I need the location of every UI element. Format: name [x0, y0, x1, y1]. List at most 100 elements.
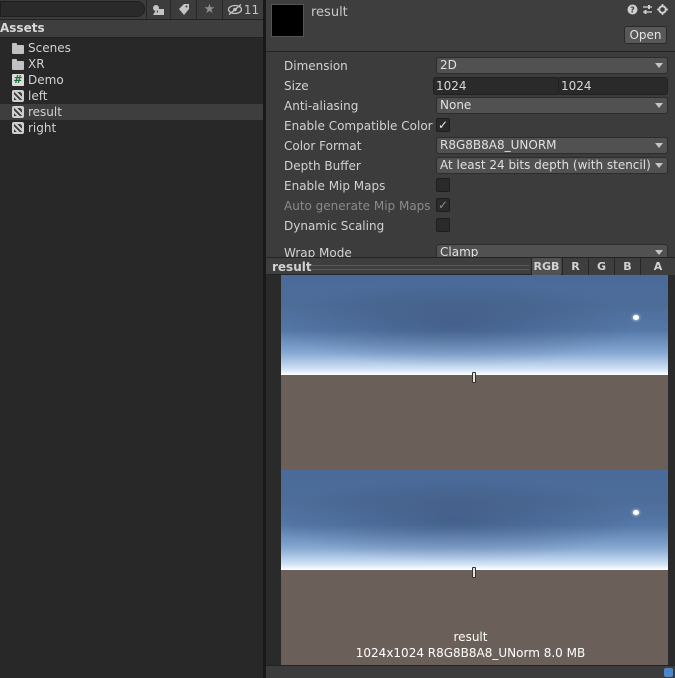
anti-aliasing-label: Anti-aliasing — [284, 99, 359, 113]
chevron-down-icon — [655, 163, 663, 168]
tree-item-label: Scenes — [28, 41, 71, 55]
asset-bundle-icon[interactable] — [664, 668, 673, 677]
inspector-panel: result ? Open Dimension 2D Size 1024 x 1… — [266, 0, 675, 678]
asset-title: result — [311, 5, 348, 20]
size-width-field[interactable]: 1024 — [433, 77, 560, 95]
color-format-label: Color Format — [284, 139, 362, 153]
help-icon[interactable]: ? — [627, 4, 638, 18]
csharp-script-icon: # — [12, 73, 24, 86]
depth-buffer-label: Depth Buffer — [284, 159, 361, 173]
tree-item-left[interactable]: left — [0, 88, 263, 104]
wrap-mode-dropdown[interactable]: Clamp — [436, 244, 668, 257]
project-panel: ★ 11 Assets Scenes XR # Demo left result… — [0, 0, 263, 678]
tree-item-label: right — [28, 121, 57, 135]
render-texture-icon — [12, 122, 24, 134]
dynamic-scaling-checkbox[interactable] — [436, 218, 450, 232]
texture-preview[interactable]: result 1024x1024 R8G8B8A8_UNorm 8.0 MB — [266, 275, 675, 665]
tree-item-label: XR — [28, 57, 45, 71]
compatible-format-checkbox[interactable]: ✓ — [436, 118, 450, 132]
filter-by-type-icon — [153, 4, 164, 15]
dimension-value: 2D — [440, 58, 457, 72]
channel-rgb-button[interactable]: RGB — [531, 258, 561, 275]
wrap-mode-value: Clamp — [440, 245, 479, 257]
scene-object — [472, 567, 476, 578]
channel-r-button[interactable]: R — [562, 258, 588, 275]
svg-text:?: ? — [630, 6, 635, 15]
create-menu-button[interactable] — [146, 0, 170, 19]
dynamic-scaling-label: Dynamic Scaling — [284, 219, 385, 233]
sky — [281, 275, 668, 375]
sun — [633, 510, 639, 515]
preview-title: result — [272, 260, 312, 274]
sun — [633, 315, 639, 320]
auto-mip-checkbox: ✓ — [436, 198, 450, 212]
anti-aliasing-row: Anti-aliasing None — [284, 97, 669, 115]
auto-mip-label: Auto generate Mip Maps — [284, 199, 431, 213]
inspector-header: result ? Open — [266, 0, 675, 52]
depth-buffer-value: At least 24 bits depth (with stencil) — [440, 158, 651, 172]
anti-aliasing-dropdown[interactable]: None — [436, 97, 668, 114]
wrap-mode-label: Wrap Mode — [284, 246, 352, 257]
mip-maps-label: Enable Mip Maps — [284, 179, 386, 193]
color-format-dropdown[interactable]: R8G8B8A8_UNORM — [436, 137, 668, 154]
chevron-down-icon — [655, 63, 663, 68]
size-height-field[interactable]: 1024 — [558, 77, 668, 95]
eye-slash-icon — [227, 4, 243, 15]
hidden-packages-toggle[interactable]: 11 — [222, 0, 263, 19]
preview-asset-name: result — [453, 630, 488, 644]
preview-image-top — [281, 275, 668, 470]
gear-icon[interactable] — [657, 4, 668, 18]
tree-item-result[interactable]: result — [0, 104, 263, 120]
search-input[interactable] — [0, 1, 145, 17]
preview-asset-info: 1024x1024 R8G8B8A8_UNorm 8.0 MB — [355, 646, 586, 660]
tree-item-label: result — [28, 105, 62, 119]
channel-g-button[interactable]: G — [588, 258, 614, 275]
wrap-mode-row: Wrap Mode Clamp — [284, 244, 669, 257]
render-texture-icon — [12, 90, 24, 102]
channel-a-button[interactable]: A — [640, 258, 675, 275]
folder-icon — [12, 42, 24, 54]
auto-mip-row: Auto generate Mip Maps ✓ — [284, 197, 669, 215]
tree-item-demo[interactable]: # Demo — [0, 72, 263, 88]
ground — [281, 375, 668, 470]
compatible-format-label: Enable Compatible Color Format — [284, 119, 434, 133]
size-label: Size — [284, 79, 309, 93]
filter-by-label-button[interactable] — [170, 0, 196, 19]
sky — [281, 470, 668, 570]
favorites-button[interactable]: ★ — [196, 0, 222, 19]
hidden-count: 11 — [243, 2, 260, 17]
label-tag-icon — [178, 3, 189, 15]
chevron-down-icon — [655, 103, 663, 108]
open-button[interactable]: Open — [624, 26, 667, 44]
compatible-format-row: Enable Compatible Color Format ✓ — [284, 117, 669, 135]
channel-b-button[interactable]: B — [614, 258, 640, 275]
color-format-value: R8G8B8A8_UNORM — [440, 138, 557, 152]
size-row: Size 1024 x 1024 — [284, 77, 669, 95]
folder-icon — [12, 58, 24, 70]
dynamic-scaling-row: Dynamic Scaling — [284, 217, 669, 235]
presets-icon[interactable] — [642, 4, 653, 18]
asset-thumbnail — [271, 4, 304, 37]
mip-maps-row: Enable Mip Maps — [284, 177, 669, 195]
inspector-bottom-bar — [266, 665, 675, 678]
tree-item-label: left — [28, 89, 48, 103]
depth-buffer-dropdown[interactable]: At least 24 bits depth (with stencil) — [436, 157, 668, 174]
tree-item-label: Demo — [28, 73, 64, 87]
scene-object — [472, 372, 476, 383]
preview-resize-handle[interactable] — [311, 265, 529, 270]
mip-maps-checkbox[interactable] — [436, 178, 450, 192]
color-format-row: Color Format R8G8B8A8_UNORM — [284, 137, 669, 155]
render-texture-icon — [12, 106, 24, 118]
preview-toolbar: result RGB R G B A — [266, 257, 675, 275]
chevron-down-icon — [655, 143, 663, 148]
tree-item-right[interactable]: right — [0, 120, 263, 136]
assets-header: Assets — [0, 20, 263, 38]
chevron-down-icon — [655, 250, 663, 255]
project-toolbar: ★ 11 — [0, 0, 263, 20]
depth-buffer-row: Depth Buffer At least 24 bits depth (wit… — [284, 157, 669, 175]
tree-item-xr[interactable]: XR — [0, 56, 263, 72]
tree-item-scenes[interactable]: Scenes — [0, 40, 263, 56]
dimension-dropdown[interactable]: 2D — [436, 57, 668, 74]
anti-aliasing-value: None — [440, 98, 472, 112]
dimension-row: Dimension 2D — [284, 57, 669, 75]
